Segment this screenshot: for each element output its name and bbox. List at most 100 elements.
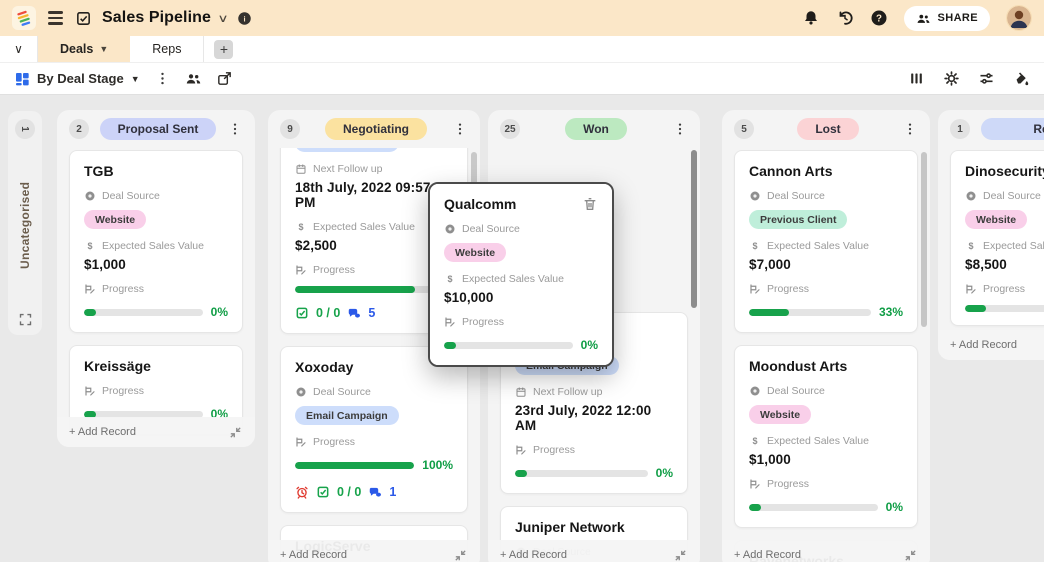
field-label: Deal Source — [444, 223, 598, 235]
trash-icon[interactable] — [582, 196, 598, 212]
progress-icon — [295, 264, 307, 276]
field-label: Deal Source — [749, 190, 903, 202]
deal-card-xoxoday[interactable]: XoxodayDeal SourceEmail CampaignProgress… — [280, 346, 468, 513]
progress-icon — [749, 283, 761, 295]
hamburger-menu-icon[interactable] — [46, 9, 65, 26]
column-count-badge: 1 — [15, 119, 35, 139]
history-icon[interactable] — [836, 9, 854, 27]
collapse-column-icon[interactable] — [903, 548, 918, 562]
field-label: $Expected Sales Value — [84, 240, 228, 252]
field-value: 23rd July, 2022 12:00 AM — [515, 403, 673, 433]
share-button[interactable]: SHARE — [904, 6, 990, 31]
add-record-button[interactable]: + Add Record — [500, 549, 567, 561]
deal-card-cannon-arts[interactable]: Cannon ArtsDeal SourcePrevious Client$Ex… — [734, 150, 918, 333]
field-label: Progress — [444, 316, 598, 328]
help-icon[interactable]: ? — [870, 9, 888, 27]
progress-percent: 100% — [422, 458, 453, 472]
add-record-button[interactable]: + Add Record — [280, 549, 347, 561]
share-view-icon[interactable] — [216, 70, 233, 87]
comments-icon — [368, 485, 382, 499]
select-icon — [295, 386, 307, 398]
card-title: Juniper Network — [515, 519, 625, 535]
field-label: $Expected Sales Value — [444, 273, 598, 285]
dragged-card-qualcomm[interactable]: QualcommDeal SourceWebsite$Expected Sale… — [428, 182, 614, 367]
notifications-bell-icon[interactable] — [802, 9, 820, 27]
column-stage-pill: Negotiating — [325, 118, 427, 140]
stackby-logo-icon[interactable] — [12, 6, 36, 30]
column-menu-icon[interactable] — [902, 121, 918, 137]
currency-icon: $ — [749, 435, 761, 447]
card-title: Moondust Arts — [749, 358, 847, 374]
kanban-view-icon — [14, 71, 30, 87]
progress-percent: 0% — [211, 305, 228, 319]
calendar-icon — [515, 386, 527, 398]
deal-card-tgb[interactable]: TGBDeal SourceWebsite$Expected Sales Val… — [69, 150, 243, 333]
field-label: Deal Source — [295, 386, 453, 398]
select-icon — [444, 223, 456, 235]
column-menu-icon[interactable] — [452, 121, 468, 137]
deal-card-dinosecurity[interactable]: DinosecurityDeal SourceWebsite$Expected … — [950, 150, 1044, 326]
tab-caret-icon: ▼ — [99, 44, 108, 54]
checklist-icon — [295, 306, 309, 320]
filter-sliders-icon[interactable] — [978, 70, 995, 87]
collaborators-icon[interactable] — [185, 70, 202, 87]
svg-text:$: $ — [298, 222, 303, 232]
progress-bar — [965, 305, 1044, 312]
collapsed-column-uncategorised[interactable]: 1 Uncategorised — [8, 111, 42, 335]
column-menu-icon[interactable] — [672, 121, 688, 137]
card-meta-row: 0 / 01 — [295, 485, 453, 499]
column-scrollbar[interactable] — [921, 152, 927, 327]
field-label: Progress — [749, 478, 903, 490]
progress-bar: 0% — [515, 466, 673, 480]
view-toolbar: By Deal Stage ▼ — [0, 63, 1044, 95]
progress-percent: 0% — [581, 338, 598, 352]
comments-count: 1 — [389, 485, 396, 499]
field-label: $Expected Sales Value — [749, 435, 903, 447]
progress-bar: 100% — [295, 458, 453, 472]
hide-fields-icon[interactable] — [908, 70, 925, 87]
expand-column-icon[interactable] — [18, 312, 33, 327]
view-more-icon[interactable] — [154, 70, 171, 87]
field-label: Deal Source — [84, 190, 228, 202]
select-icon — [749, 190, 761, 202]
tab-deals[interactable]: Deals▼ — [38, 36, 130, 62]
column-scrollbar[interactable] — [691, 150, 697, 308]
currency-icon: $ — [749, 240, 761, 252]
svg-text:?: ? — [877, 13, 883, 24]
add-record-button[interactable]: + Add Record — [950, 339, 1017, 351]
info-icon[interactable]: i — [237, 11, 252, 26]
add-record-button[interactable]: + Add Record — [69, 426, 136, 438]
progress-percent: 0% — [886, 500, 903, 514]
svg-text:$: $ — [447, 274, 452, 284]
user-avatar[interactable] — [1006, 5, 1032, 31]
deal-card-qualcomm[interactable]: QualcommDeal SourceWebsite$Expected Sale… — [430, 184, 612, 365]
field-value: $8,500 — [965, 257, 1044, 272]
deal-card-moondust-arts[interactable]: Moondust ArtsDeal SourceWebsite$Expected… — [734, 345, 918, 528]
column-stage-pill: Proposal Sent — [100, 118, 217, 140]
column-count-badge: 5 — [734, 119, 754, 139]
tab-reps[interactable]: Reps — [130, 36, 204, 62]
view-checkbox-icon[interactable] — [75, 10, 92, 27]
collapse-column-icon[interactable] — [228, 425, 243, 440]
column-menu-icon[interactable] — [227, 121, 243, 137]
title-chevron-down-icon[interactable]: ∨ — [217, 12, 228, 25]
progress-bar: 0% — [749, 500, 903, 514]
field-value-pill: Previous Client — [749, 210, 847, 229]
add-table-button[interactable]: + — [214, 40, 233, 59]
progress-bar: 33% — [749, 305, 903, 319]
add-record-button[interactable]: + Add Record — [734, 549, 801, 561]
card-title: TGB — [84, 163, 114, 179]
collapse-column-icon[interactable] — [673, 548, 688, 562]
progress-icon — [749, 478, 761, 490]
column-footer: + Add Record — [268, 540, 480, 562]
settings-gear-icon[interactable] — [943, 70, 960, 87]
collapse-column-icon[interactable] — [453, 548, 468, 562]
select-icon — [965, 190, 977, 202]
reminder-icon — [295, 485, 309, 499]
view-selector[interactable]: By Deal Stage ▼ — [14, 71, 140, 87]
color-fill-icon[interactable] — [1013, 70, 1030, 87]
field-label: Progress — [749, 283, 903, 295]
view-name: By Deal Stage — [37, 71, 124, 86]
tabs-chevron-down-icon[interactable]: ∨ — [0, 36, 38, 62]
field-label: $Expected Sales Value — [965, 240, 1044, 252]
